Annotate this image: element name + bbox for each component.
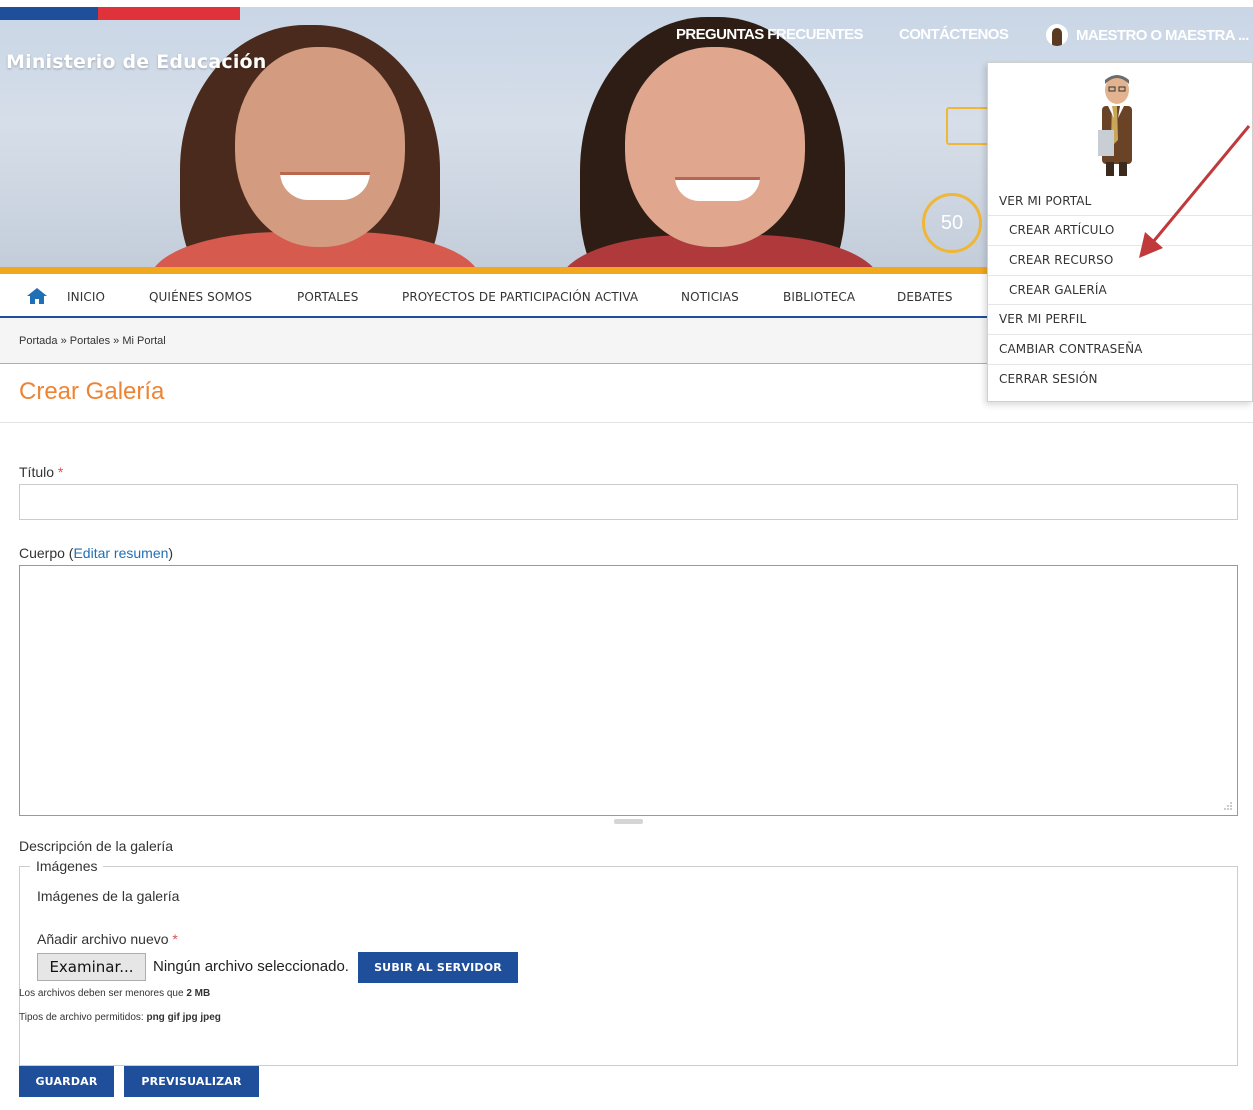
- user-menu-toggle[interactable]: MAESTRO O MAESTRA ...: [1046, 24, 1249, 46]
- body-textarea[interactable]: [19, 565, 1238, 816]
- menu-item-cambiar-contrasena[interactable]: CAMBIAR CONTRASEÑA: [988, 334, 1252, 363]
- save-button[interactable]: GUARDAR: [19, 1066, 114, 1097]
- gallery-description-label: Descripción de la galería: [19, 838, 174, 854]
- nav-item-inicio[interactable]: INICIO: [67, 290, 105, 304]
- menu-item-ver-mi-perfil[interactable]: VER MI PERFIL: [988, 304, 1252, 333]
- user-name: MAESTRO O MAESTRA ...: [1076, 26, 1249, 44]
- upload-button[interactable]: SUBIR AL SERVIDOR: [358, 952, 518, 983]
- title-input[interactable]: [19, 484, 1238, 520]
- ministry-brand[interactable]: Ministerio de Educación: [6, 51, 267, 73]
- banner-photo-person-1-smile: [280, 172, 370, 200]
- nav-item-portales[interactable]: PORTALES: [297, 290, 358, 304]
- add-file-label: Añadir archivo nuevo *: [37, 931, 178, 947]
- no-file-selected-text: Ningún archivo seleccionado.: [153, 958, 349, 975]
- nav-item-biblioteca[interactable]: BIBLIOTECA: [783, 290, 855, 304]
- menu-item-crear-recurso[interactable]: CREAR RECURSO: [988, 245, 1252, 274]
- nav-item-debates[interactable]: DEBATES: [897, 290, 953, 304]
- nav-item-noticias[interactable]: NOTICIAS: [681, 290, 739, 304]
- gallery-images-label: Imágenes de la galería: [37, 888, 180, 904]
- faq-link[interactable]: PREGUNTAS FRECUENTES: [676, 26, 864, 43]
- flag-bar: [0, 7, 240, 20]
- banner-photo-person-2-smile: [675, 177, 760, 201]
- user-avatar-icon: [1046, 24, 1068, 46]
- preview-button[interactable]: PREVISUALIZAR: [124, 1066, 259, 1097]
- menu-item-cerrar-sesion[interactable]: CERRAR SESIÓN: [988, 364, 1252, 393]
- menu-item-crear-galeria[interactable]: CREAR GALERÍA: [988, 275, 1252, 304]
- contact-link[interactable]: CONTÁCTENOS: [899, 26, 1009, 43]
- anniversary-badge: 50: [922, 193, 982, 253]
- body-label: Cuerpo (Editar resumen): [19, 545, 174, 561]
- nav-item-quienes-somos[interactable]: QUIÉNES SOMOS: [149, 290, 252, 304]
- edit-summary-link[interactable]: Editar resumen: [73, 545, 168, 561]
- browse-file-button[interactable]: Examinar...: [37, 953, 146, 981]
- file-types-hint: Tipos de archivo permitidos: png gif jpg…: [19, 1012, 221, 1023]
- file-size-hint: Los archivos deben ser menores que 2 MB: [19, 988, 211, 999]
- menu-item-ver-mi-portal[interactable]: VER MI PORTAL: [988, 186, 1252, 215]
- nav-item-proyectos[interactable]: PROYECTOS DE PARTICIPACIÓN ACTIVA: [402, 290, 638, 304]
- menu-item-crear-articulo[interactable]: CREAR ARTÍCULO: [988, 215, 1252, 244]
- title-divider: [0, 422, 1253, 423]
- home-icon[interactable]: [26, 287, 48, 305]
- images-legend: Imágenes: [30, 858, 104, 874]
- resize-handle-icon[interactable]: [1223, 801, 1233, 811]
- banner-photo-person-2-face: [625, 47, 805, 247]
- breadcrumb[interactable]: Portada » Portales » Mi Portal: [19, 335, 166, 347]
- banner-photo-person-1-face: [235, 47, 405, 247]
- textarea-grippie[interactable]: [614, 819, 643, 824]
- teacher-avatar: [1098, 75, 1132, 176]
- title-label: Título *: [19, 464, 64, 480]
- page-title: Crear Galería: [19, 378, 165, 405]
